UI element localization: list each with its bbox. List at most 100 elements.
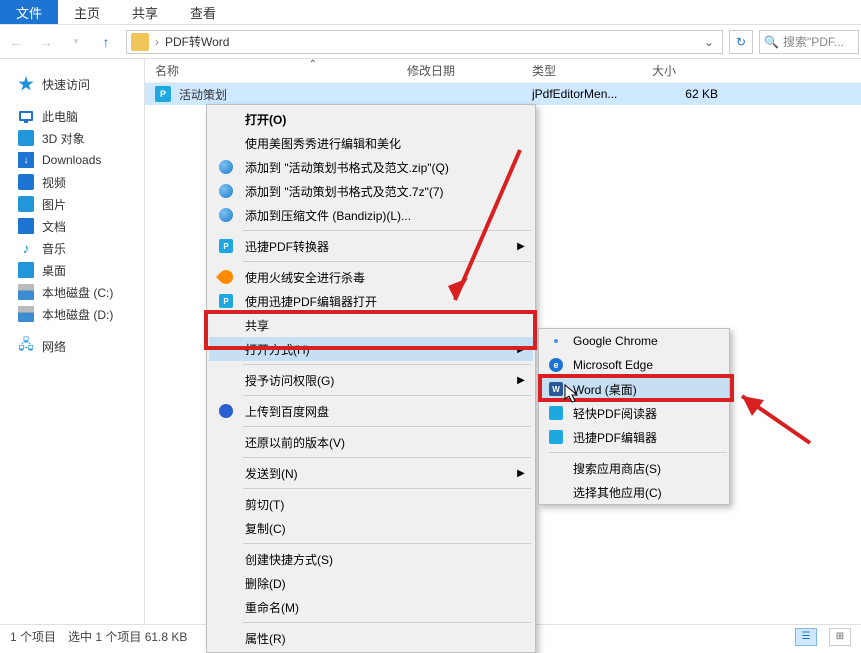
submenu-pdf-editor[interactable]: 迅捷PDF编辑器 bbox=[539, 425, 729, 449]
menu-baidu[interactable]: 上传到百度网盘 bbox=[209, 399, 533, 423]
sidebar-item-disk-d[interactable]: 本地磁盘 (D:) bbox=[0, 303, 144, 325]
submenu-pdf-reader[interactable]: 轻快PDF阅读器 bbox=[539, 401, 729, 425]
3d-icon bbox=[18, 130, 34, 146]
sidebar-network[interactable]: 🖧 网络 bbox=[0, 335, 144, 357]
file-size: 62 KB bbox=[652, 87, 732, 101]
word-icon: W bbox=[549, 382, 563, 396]
menu-delete[interactable]: 删除(D) bbox=[209, 571, 533, 595]
submenu-word[interactable]: WWord (桌面) bbox=[539, 377, 729, 401]
view-icons-button[interactable]: ⊞ bbox=[829, 628, 851, 646]
breadcrumb[interactable]: › PDF转Word ⌄ bbox=[126, 30, 723, 54]
pdf-editor-icon bbox=[549, 430, 563, 444]
tab-view[interactable]: 查看 bbox=[174, 0, 232, 24]
search-input[interactable]: 🔍 搜索"PDF... bbox=[759, 30, 859, 54]
chevron-right-icon: ▶ bbox=[513, 468, 529, 479]
nav-recent[interactable]: ▾ bbox=[62, 30, 90, 54]
chevron-right-icon: ▶ bbox=[513, 375, 529, 386]
status-item-count: 1 个项目 bbox=[10, 628, 56, 645]
view-details-button[interactable]: ☰ bbox=[795, 628, 817, 646]
sidebar-item-video[interactable]: 视频 bbox=[0, 171, 144, 193]
col-date[interactable]: 修改日期 bbox=[407, 62, 532, 79]
menu-meitu[interactable]: 使用美图秀秀进行编辑和美化 bbox=[209, 131, 533, 155]
open-with-submenu: Google Chrome eMicrosoft Edge WWord (桌面)… bbox=[538, 328, 730, 505]
desktop-icon bbox=[18, 262, 34, 278]
pdf-reader-icon bbox=[549, 406, 563, 420]
status-selection: 选中 1 个项目 61.8 KB bbox=[68, 628, 187, 645]
chevron-right-icon: ▶ bbox=[513, 241, 529, 252]
address-bar: ← → ▾ ↑ › PDF转Word ⌄ ↻ 🔍 搜索"PDF... bbox=[0, 25, 861, 59]
menu-add-zip[interactable]: 添加到 "活动策划书格式及范文.zip"(Q) bbox=[209, 155, 533, 179]
context-menu: 打开(O) 使用美图秀秀进行编辑和美化 添加到 "活动策划书格式及范文.zip"… bbox=[206, 104, 536, 653]
music-icon: ♪ bbox=[18, 240, 34, 256]
col-name[interactable]: 名称 ⌃ bbox=[155, 62, 407, 79]
pdf-converter-icon: P bbox=[219, 239, 233, 253]
sidebar-item-desktop[interactable]: 桌面 bbox=[0, 259, 144, 281]
search-placeholder: 搜索"PDF... bbox=[783, 33, 844, 50]
sidebar-this-pc[interactable]: 此电脑 bbox=[0, 105, 144, 127]
col-size[interactable]: 大小 bbox=[652, 62, 732, 79]
tab-file[interactable]: 文件 bbox=[0, 0, 58, 24]
menu-open[interactable]: 打开(O) bbox=[209, 107, 533, 131]
menu-copy[interactable]: 复制(C) bbox=[209, 516, 533, 540]
submenu-edge[interactable]: eMicrosoft Edge bbox=[539, 353, 729, 377]
menu-bandizip[interactable]: 添加到压缩文件 (Bandizip)(L)... bbox=[209, 203, 533, 227]
disk-icon bbox=[18, 306, 34, 322]
menu-grant-access[interactable]: 授予访问权限(G)▶ bbox=[209, 368, 533, 392]
menu-send-to[interactable]: 发送到(N)▶ bbox=[209, 461, 533, 485]
menu-share[interactable]: 共享 bbox=[209, 313, 533, 337]
refresh-button[interactable]: ↻ bbox=[729, 30, 753, 54]
column-headers: 名称 ⌃ 修改日期 类型 大小 bbox=[145, 59, 861, 83]
sidebar-item-music[interactable]: ♪ 音乐 bbox=[0, 237, 144, 259]
sidebar: 快速访问 此电脑 3D 对象 Downloads 视频 图片 文档 ♪ 音乐 bbox=[0, 59, 145, 624]
disk-icon bbox=[18, 284, 34, 300]
sidebar-item-downloads[interactable]: Downloads bbox=[0, 149, 144, 171]
submenu-search-store[interactable]: 搜索应用商店(S) bbox=[539, 456, 729, 480]
menu-shortcut[interactable]: 创建快捷方式(S) bbox=[209, 547, 533, 571]
col-type[interactable]: 类型 bbox=[532, 62, 652, 79]
file-row[interactable]: P 活动策划 jPdfEditorMen... 62 KB bbox=[145, 83, 861, 105]
chevron-right-icon: ▶ bbox=[513, 344, 529, 355]
video-icon bbox=[18, 174, 34, 190]
menu-cut[interactable]: 剪切(T) bbox=[209, 492, 533, 516]
submenu-chrome[interactable]: Google Chrome bbox=[539, 329, 729, 353]
nav-back[interactable]: ← bbox=[2, 30, 30, 54]
bandizip-icon bbox=[219, 184, 233, 198]
sidebar-item-3d[interactable]: 3D 对象 bbox=[0, 127, 144, 149]
menu-properties[interactable]: 属性(R) bbox=[209, 626, 533, 650]
menu-rename[interactable]: 重命名(M) bbox=[209, 595, 533, 619]
sidebar-item-documents[interactable]: 文档 bbox=[0, 215, 144, 237]
pdf-editor-icon: P bbox=[219, 294, 233, 308]
menu-pdf-convert[interactable]: P迅捷PDF转换器▶ bbox=[209, 234, 533, 258]
folder-icon bbox=[131, 33, 149, 51]
pdf-file-icon: P bbox=[155, 86, 171, 102]
menu-fire-scan[interactable]: 使用火绒安全进行杀毒 bbox=[209, 265, 533, 289]
network-icon: 🖧 bbox=[18, 338, 34, 354]
sidebar-quick-access[interactable]: 快速访问 bbox=[0, 73, 144, 95]
tab-bar: 文件 主页 共享 查看 bbox=[0, 0, 861, 25]
tab-share[interactable]: 共享 bbox=[116, 0, 174, 24]
sidebar-item-pictures[interactable]: 图片 bbox=[0, 193, 144, 215]
nav-up[interactable]: ↑ bbox=[92, 30, 120, 54]
menu-open-with[interactable]: 打开方式(H)▶ bbox=[209, 337, 533, 361]
sidebar-item-disk-c[interactable]: 本地磁盘 (C:) bbox=[0, 281, 144, 303]
pictures-icon bbox=[18, 196, 34, 212]
chrome-icon bbox=[549, 334, 563, 348]
bandizip-icon bbox=[219, 208, 233, 222]
bandizip-icon bbox=[219, 160, 233, 174]
breadcrumb-folder[interactable]: PDF转Word bbox=[165, 33, 229, 50]
file-name: 活动策划 bbox=[179, 86, 407, 103]
edge-icon: e bbox=[549, 358, 563, 372]
sort-indicator-icon: ⌃ bbox=[309, 59, 317, 70]
menu-add-7z[interactable]: 添加到 "活动策划书格式及范文.7z"(7) bbox=[209, 179, 533, 203]
search-icon: 🔍 bbox=[764, 35, 779, 49]
tab-home[interactable]: 主页 bbox=[58, 0, 116, 24]
nav-forward[interactable]: → bbox=[32, 30, 60, 54]
menu-pdf-editor[interactable]: P使用迅捷PDF编辑器打开 bbox=[209, 289, 533, 313]
menu-restore[interactable]: 还原以前的版本(V) bbox=[209, 430, 533, 454]
chevron-right-icon: › bbox=[155, 35, 159, 49]
flame-icon bbox=[216, 267, 236, 287]
submenu-choose-other[interactable]: 选择其他应用(C) bbox=[539, 480, 729, 504]
chevron-down-icon[interactable]: ⌄ bbox=[704, 35, 714, 49]
baidu-icon bbox=[219, 404, 233, 418]
download-icon bbox=[18, 152, 34, 168]
